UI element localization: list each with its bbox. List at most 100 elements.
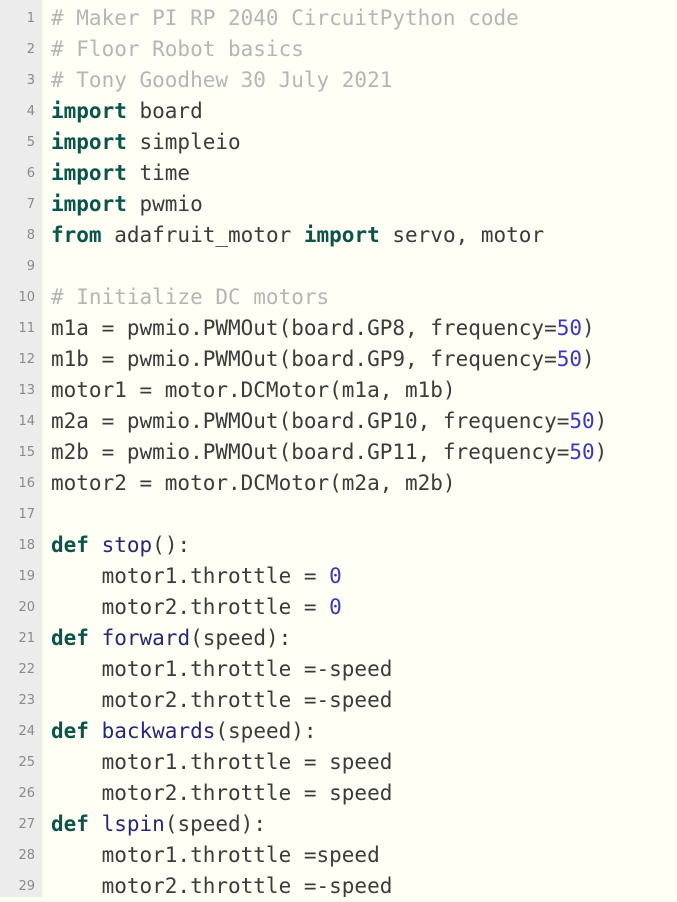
- line-number: 2: [26, 42, 35, 57]
- line-number: 22: [18, 662, 35, 677]
- line-number: 28: [18, 848, 35, 863]
- token-keyword: def: [51, 812, 89, 836]
- code-line[interactable]: import board: [51, 96, 677, 127]
- token-number: 0: [329, 564, 342, 588]
- line-number: 13: [18, 383, 35, 398]
- line-number: 18: [18, 538, 35, 553]
- token-keyword: def: [51, 719, 89, 743]
- token-func: stop: [101, 533, 153, 557]
- line-number: 15: [18, 445, 35, 460]
- token-func: forward: [101, 626, 191, 650]
- token-plain: motor2 = motor.DCMotor(m2a, m2b): [51, 471, 456, 495]
- token-plain: simpleio: [126, 130, 241, 154]
- line-number: 17: [18, 507, 35, 522]
- token-keyword: def: [51, 533, 89, 557]
- code-line[interactable]: motor1.throttle =speed: [51, 840, 677, 871]
- token-plain: motor1.throttle =speed: [51, 843, 380, 867]
- line-number: 8: [26, 228, 35, 243]
- token-plain: m2a = pwmio.PWMOut(board.GP10, frequency…: [51, 409, 570, 433]
- token-number: 50: [569, 409, 595, 433]
- token-plain: motor2.throttle =-speed: [51, 688, 393, 712]
- token-comment: # Maker PI RP 2040 CircuitPython code: [51, 6, 519, 30]
- line-number: 19: [18, 569, 35, 584]
- token-plain: ():: [152, 533, 191, 557]
- token-plain: motor2.throttle =: [51, 595, 330, 619]
- line-number: 20: [18, 600, 35, 615]
- line-number: 10: [18, 290, 35, 305]
- token-keyword: import: [51, 99, 127, 123]
- line-number-gutter: 1 2 3 4 5 6 7 8 9 10 11 12 13 14 15 16 17 18 19 20 21 22 23 24 2…: [0, 0, 44, 897]
- line-number: 9: [26, 259, 35, 274]
- code-line[interactable]: motor1.throttle =-speed: [51, 654, 677, 685]
- token-plain: motor1.throttle =: [51, 564, 330, 588]
- token-plain: ): [582, 347, 595, 371]
- token-plain: (speed):: [190, 626, 292, 650]
- line-number: 12: [18, 352, 35, 367]
- code-line[interactable]: motor2.throttle = 0: [51, 592, 677, 623]
- code-line[interactable]: [51, 251, 677, 282]
- line-number: 3: [26, 73, 35, 88]
- code-editor: 1 2 3 4 5 6 7 8 9 10 11 12 13 14 15 16 17 18 19 20 21 22 23 24 2…: [0, 0, 677, 897]
- token-plain: motor1.throttle = speed: [51, 750, 393, 774]
- token-plain: ): [594, 409, 608, 433]
- code-line[interactable]: # Tony Goodhew 30 July 2021: [51, 65, 677, 96]
- code-line[interactable]: def stop():: [51, 530, 677, 561]
- line-number: 4: [26, 104, 35, 119]
- token-number: 50: [569, 440, 595, 464]
- code-line[interactable]: motor1 = motor.DCMotor(m1a, m1b): [51, 375, 677, 406]
- code-line[interactable]: # Maker PI RP 2040 CircuitPython code: [51, 3, 677, 34]
- code-line[interactable]: m1b = pwmio.PWMOut(board.GP9, frequency=…: [51, 344, 677, 375]
- line-number: 16: [18, 476, 35, 491]
- code-line[interactable]: motor1.throttle = 0: [51, 561, 677, 592]
- code-line[interactable]: motor2.throttle = speed: [51, 778, 677, 809]
- code-line[interactable]: motor2.throttle =-speed: [51, 871, 677, 897]
- token-plain: time: [126, 161, 191, 185]
- token-plain: motor1 = motor.DCMotor(m1a, m1b): [51, 378, 456, 402]
- code-line[interactable]: # Floor Robot basics: [51, 34, 677, 65]
- code-line[interactable]: import time: [51, 158, 677, 189]
- code-line[interactable]: m2a = pwmio.PWMOut(board.GP10, frequency…: [51, 406, 677, 437]
- code-content-area[interactable]: # Maker PI RP 2040 CircuitPython code # F…: [44, 0, 677, 897]
- code-line[interactable]: motor2 = motor.DCMotor(m2a, m2b): [51, 468, 677, 499]
- token-plain: m2b = pwmio.PWMOut(board.GP11, frequency…: [51, 440, 570, 464]
- line-number: 23: [18, 693, 35, 708]
- code-line[interactable]: import pwmio: [51, 189, 677, 220]
- line-number: 21: [18, 631, 35, 646]
- token-plain: (speed):: [215, 719, 317, 743]
- line-number: 1: [26, 11, 35, 26]
- token-plain: motor1.throttle =-speed: [51, 657, 393, 681]
- token-plain: ): [582, 316, 595, 340]
- code-line[interactable]: m1a = pwmio.PWMOut(board.GP8, frequency=…: [51, 313, 677, 344]
- token-comment: # Tony Goodhew 30 July 2021: [51, 68, 393, 92]
- token-keyword: import: [303, 223, 380, 247]
- token-number: 50: [556, 347, 583, 371]
- code-line[interactable]: motor2.throttle =-speed: [51, 685, 677, 716]
- line-number: 29: [18, 879, 35, 894]
- token-comment: # Initialize DC motors: [51, 285, 330, 309]
- token-plain: m1a = pwmio.PWMOut(board.GP8, frequency=: [51, 316, 557, 340]
- code-line[interactable]: motor1.throttle = speed: [51, 747, 677, 778]
- token-number: 50: [556, 316, 583, 340]
- code-line[interactable]: import simpleio: [51, 127, 677, 158]
- token-keyword: import: [51, 161, 127, 185]
- token-func: backwards: [101, 719, 216, 743]
- line-number: 6: [26, 166, 35, 181]
- token-plain: adafruit_motor: [101, 223, 304, 247]
- token-keyword: from: [51, 223, 102, 247]
- code-line[interactable]: def lspin(speed):: [51, 809, 677, 840]
- line-number: 5: [26, 135, 35, 150]
- line-number: 24: [18, 724, 35, 739]
- code-line[interactable]: from adafruit_motor import servo, motor: [51, 220, 677, 251]
- code-line[interactable]: # Initialize DC motors: [51, 282, 677, 313]
- line-number: 25: [18, 755, 35, 770]
- code-line[interactable]: def forward(speed):: [51, 623, 677, 654]
- code-line[interactable]: [51, 499, 677, 530]
- token-plain: motor2.throttle = speed: [51, 781, 393, 805]
- code-line[interactable]: m2b = pwmio.PWMOut(board.GP11, frequency…: [51, 437, 677, 468]
- token-plain: pwmio: [126, 192, 203, 216]
- code-line[interactable]: def backwards(speed):: [51, 716, 677, 747]
- token-number: 0: [329, 595, 342, 619]
- token-keyword: import: [51, 130, 127, 154]
